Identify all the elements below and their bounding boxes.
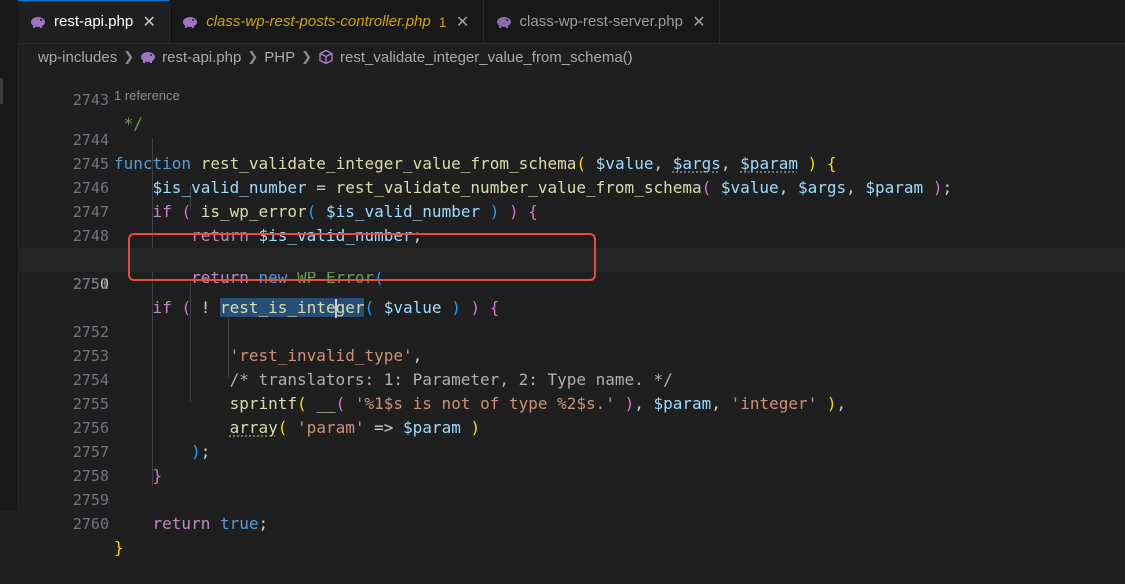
method-cube-icon bbox=[319, 49, 333, 65]
php-elephant-icon bbox=[141, 52, 156, 63]
code-line: 2759 return true; bbox=[18, 464, 1125, 533]
breadcrumb-symbol[interactable]: rest_validate_integer_value_from_schema(… bbox=[340, 49, 633, 66]
breadcrumb-file[interactable]: rest-api.php bbox=[162, 49, 241, 66]
php-elephant-icon bbox=[183, 16, 198, 28]
tab-label: class-wp-rest-server.php bbox=[519, 13, 683, 30]
tab-rest-api[interactable]: rest-api.php ✕ bbox=[18, 0, 171, 43]
chevron-right-icon: ❯ bbox=[247, 49, 259, 64]
tab-label: rest-api.php bbox=[54, 13, 134, 30]
editor-tabs: rest-api.php ✕ class-wp-rest-posts-contr… bbox=[18, 0, 1125, 44]
code-editor[interactable]: 2743 */ 1 reference 2744 function rest_v… bbox=[18, 64, 1125, 557]
code-line: 2745 $is_valid_number = rest_validate_nu… bbox=[18, 128, 1125, 197]
code-line: 2744 function rest_validate_integer_valu… bbox=[18, 104, 1125, 173]
tab-label: class-wp-rest-posts-controller.php bbox=[206, 13, 431, 30]
code-line: 2743 */ bbox=[18, 64, 1125, 133]
code-line: 2756 ); bbox=[18, 392, 1125, 461]
close-icon[interactable]: ✕ bbox=[141, 12, 157, 32]
php-elephant-icon bbox=[31, 16, 45, 28]
codelens-references[interactable]: 1 reference bbox=[114, 87, 180, 105]
chevron-right-icon: ❯ bbox=[123, 49, 135, 64]
code-line: 2746 if ( is_wp_error( $is_valid_number … bbox=[18, 152, 1125, 221]
line-number: 2751 bbox=[72, 275, 109, 293]
code-line-current: 2750 if ( ! rest_is_integer( $value ) ) … bbox=[18, 248, 1125, 318]
code-line: 2753 /* translators: 1: Parameter, 2: Ty… bbox=[18, 320, 1125, 389]
code-line: 2757 } bbox=[18, 416, 1125, 485]
php-elephant-icon bbox=[496, 16, 511, 28]
code-line: 2755 array( 'param' => $param ) bbox=[18, 368, 1125, 437]
keyword: true bbox=[219, 514, 259, 533]
code-line: 2754 sprintf( __( '%1$s is not of type %… bbox=[18, 344, 1125, 413]
code-line: 2749 bbox=[18, 224, 1125, 269]
code-line: 2748 } bbox=[18, 200, 1125, 269]
close-icon[interactable]: ✕ bbox=[455, 12, 471, 32]
close-icon[interactable]: ✕ bbox=[691, 12, 707, 32]
code-line-number-only bbox=[18, 272, 1125, 296]
breadcrumb-folder[interactable]: wp-includes bbox=[38, 49, 117, 66]
line-number: 2760 bbox=[72, 515, 109, 533]
activity-bar bbox=[0, 0, 19, 511]
code-line: 2760 } bbox=[18, 488, 1125, 557]
keyword: return bbox=[152, 514, 211, 533]
activity-indicator bbox=[0, 78, 3, 104]
problem-count-badge: 1 bbox=[438, 13, 447, 30]
chevron-right-icon: ❯ bbox=[301, 49, 312, 64]
code-line: 2747 return $is_valid_number; bbox=[18, 176, 1125, 245]
tab-rest-server[interactable]: class-wp-rest-server.php ✕ bbox=[484, 0, 720, 43]
breadcrumb-language[interactable]: PHP bbox=[264, 49, 295, 66]
code-line: 2752 'rest_invalid_type', bbox=[18, 296, 1125, 365]
code-line: 2758 bbox=[18, 440, 1125, 485]
tab-posts-controller[interactable]: class-wp-rest-posts-controller.php 1 ✕ bbox=[170, 0, 484, 43]
